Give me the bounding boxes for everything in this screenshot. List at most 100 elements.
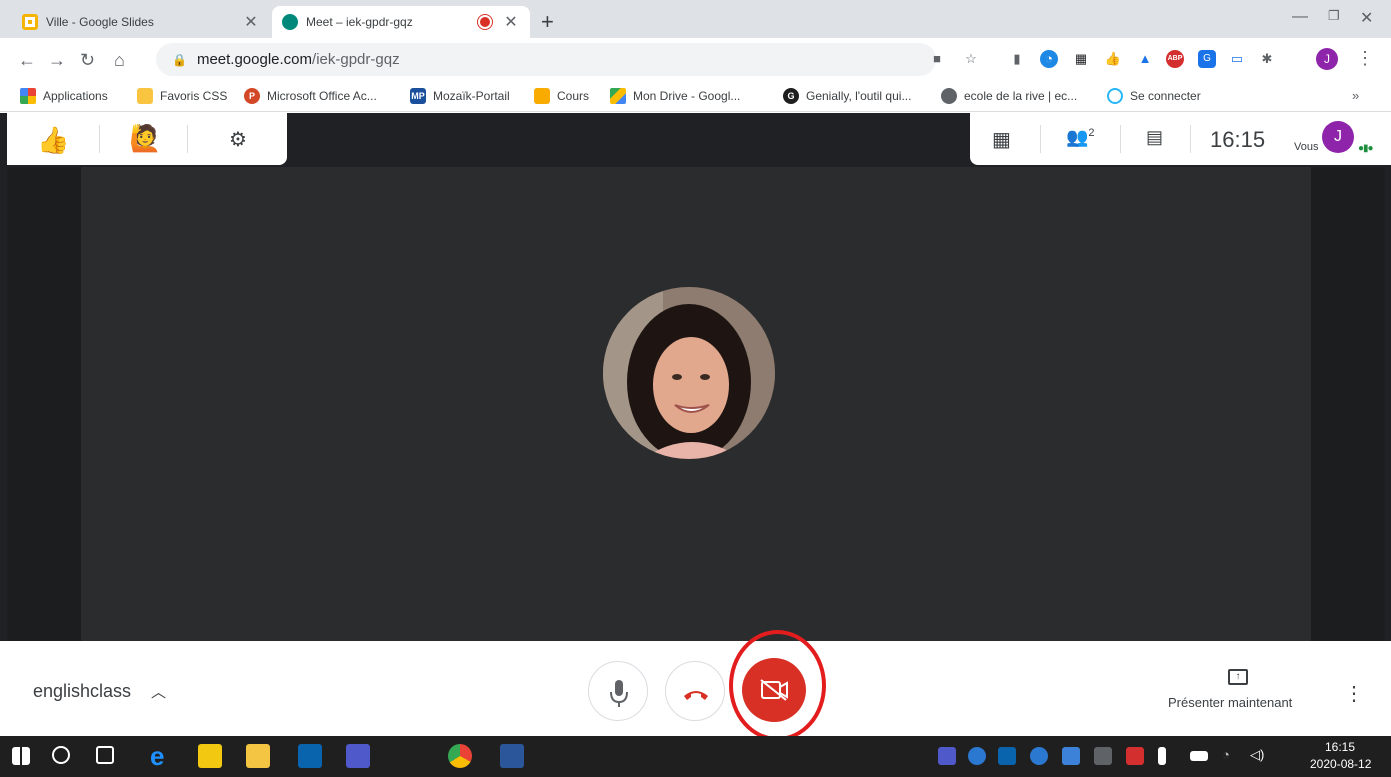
settings-gear-icon[interactable]: ⚙ (229, 127, 247, 152)
bookmark-genially[interactable]: G Genially, l'outil qui... (783, 88, 911, 104)
extension-adblock-icon[interactable]: ABP (1166, 50, 1184, 68)
bookmark-mozaik-portail[interactable]: MP Mozaïk-Portail (410, 88, 510, 104)
extension-grid-icon[interactable]: ▦ (1072, 50, 1090, 68)
tray-skype-icon[interactable] (1030, 747, 1048, 765)
bookmark-ecole-de-la-rive[interactable]: ecole de la rive | ec... (941, 88, 1077, 104)
windows-start-icon[interactable] (12, 747, 30, 765)
tab-meet[interactable]: Meet – iek-gpdr-gqz ✕ (272, 6, 530, 38)
bookmark-cours[interactable]: Cours (534, 88, 589, 104)
outlook-icon[interactable] (298, 744, 322, 768)
bookmark-label: Favoris CSS (160, 89, 228, 103)
tab-strip: Ville - Google Slides ✕ Meet – iek-gpdr-… (0, 0, 1391, 38)
clock-time: 16:15 (1210, 127, 1266, 152)
reload-icon[interactable]: ↻ (80, 50, 95, 71)
layout-grid-icon[interactable]: ▦ (992, 127, 1011, 152)
participants-icon[interactable]: 👥2 (1066, 127, 1095, 148)
bookmark-microsoft-office[interactable]: P Microsoft Office Ac... (244, 88, 377, 104)
extension-drive-icon[interactable]: ▲ (1136, 50, 1154, 68)
tray-battery-icon[interactable] (1190, 751, 1208, 761)
minimize-icon[interactable]: — (1292, 8, 1308, 26)
tray-teams-icon[interactable] (938, 747, 956, 765)
extension-thumb-icon[interactable]: 👍 (1104, 50, 1122, 68)
bookmark-se-connecter[interactable]: Se connecter (1107, 88, 1201, 104)
link-icon (1107, 88, 1123, 104)
extension-office-icon[interactable]: ▮ (1008, 50, 1026, 68)
forward-icon[interactable]: → (48, 50, 66, 71)
tray-wifi-icon[interactable]: ◔ (1222, 747, 1240, 765)
audio-level-icon: ●▮● (1358, 143, 1374, 154)
profile-avatar[interactable]: J (1316, 48, 1338, 70)
tray-network-share-icon[interactable] (1094, 747, 1112, 765)
extension-cast-icon[interactable]: ▭ (1228, 50, 1246, 68)
more-bookmarks-icon[interactable]: » (1352, 88, 1359, 103)
close-tab-icon[interactable]: ✕ (242, 12, 260, 32)
top-left-controls: 👍 🙋 ⚙ (7, 113, 287, 165)
chrome-icon[interactable] (448, 744, 472, 768)
bookmark-label: Mozaïk-Portail (433, 89, 510, 103)
taskbar-clock-time[interactable]: 16:15 (1325, 740, 1355, 754)
more-options-icon[interactable]: ⋮ (1344, 681, 1364, 706)
tab-title: Meet – iek-gpdr-gqz (306, 15, 413, 29)
present-now-button[interactable]: Présenter maintenant (1168, 695, 1292, 710)
extension-compass-icon[interactable]: ◔ (1040, 50, 1058, 68)
taskbar-clock-date[interactable]: 2020-08-12 (1310, 757, 1371, 771)
divider (1040, 125, 1041, 153)
camera-off-button[interactable] (742, 658, 806, 722)
new-tab-button[interactable]: + (541, 9, 554, 35)
bookmark-mon-drive[interactable]: Mon Drive - Googl... (610, 88, 740, 104)
bookmark-label: Se connecter (1130, 89, 1201, 103)
search-icon[interactable] (52, 746, 70, 764)
tray-app-icon[interactable] (1062, 747, 1080, 765)
microphone-button[interactable] (588, 661, 648, 721)
lock-icon: 🔒 (172, 52, 187, 67)
self-avatar[interactable]: J (1322, 121, 1354, 153)
tray-outlook-icon[interactable] (998, 747, 1016, 765)
self-label: Vous (1294, 141, 1319, 153)
close-tab-icon[interactable]: ✕ (502, 12, 520, 32)
word-icon[interactable] (500, 744, 524, 768)
close-window-icon[interactable]: ✕ (1360, 8, 1373, 28)
participant-avatar-photo (603, 287, 775, 459)
tray-volume-icon[interactable]: ◁) (1250, 747, 1268, 765)
thumbs-up-icon[interactable]: 👍 (37, 125, 69, 156)
participant-photo-image (603, 287, 775, 459)
bookmark-favoris-css[interactable]: Favoris CSS (137, 88, 227, 104)
tab-slides[interactable]: Ville - Google Slides ✕ (12, 6, 270, 38)
participants-count: 2 (1088, 127, 1095, 139)
task-view-icon[interactable] (96, 746, 114, 764)
tray-usb-icon[interactable] (1158, 747, 1166, 765)
tray-onedrive-icon[interactable] (968, 747, 986, 765)
present-screen-icon[interactable]: ↑ (1228, 669, 1248, 685)
divider (187, 125, 188, 153)
tray-antivirus-icon[interactable] (1126, 747, 1144, 765)
bookmark-label: Genially, l'outil qui... (806, 89, 912, 103)
camera-off-icon (760, 679, 788, 701)
chevron-up-icon[interactable]: ︿ (151, 681, 166, 702)
sticky-notes-icon[interactable] (198, 744, 222, 768)
file-explorer-icon[interactable] (246, 744, 270, 768)
meet-icon (282, 14, 298, 30)
address-bar[interactable]: 🔒 meet.google.com/iek-gpdr-gqz (156, 43, 936, 76)
meeting-name[interactable]: englishclass (33, 681, 131, 702)
camera-indicator-icon[interactable]: ■ (928, 50, 946, 68)
restore-icon[interactable]: ❐ (1328, 8, 1340, 24)
windows-taskbar: e ◔ ◁) 16:15 2020-08-12 (0, 736, 1391, 777)
tab-title: Ville - Google Slides (46, 15, 154, 29)
bookmark-star-icon[interactable]: ☆ (962, 50, 980, 68)
mp-icon: MP (410, 88, 426, 104)
edge-icon[interactable]: e (150, 743, 174, 769)
divider (1120, 125, 1121, 153)
browser-menu-icon[interactable]: ⋮ (1356, 48, 1374, 69)
bookmark-applications[interactable]: Applications (20, 88, 108, 104)
extension-translate-icon[interactable]: G (1198, 50, 1216, 68)
end-call-button[interactable] (665, 661, 725, 721)
teams-icon[interactable] (346, 744, 370, 768)
powerpoint-icon: P (244, 88, 260, 104)
home-icon[interactable]: ⌂ (114, 50, 125, 71)
chat-icon[interactable]: ▤ (1146, 127, 1163, 148)
back-icon[interactable]: ← (18, 50, 36, 71)
classroom-icon (534, 88, 550, 104)
extensions-puzzle-icon[interactable]: ✱ (1258, 50, 1276, 68)
microphone-icon (610, 680, 628, 707)
raise-hand-icon[interactable]: 🙋 (129, 123, 161, 154)
